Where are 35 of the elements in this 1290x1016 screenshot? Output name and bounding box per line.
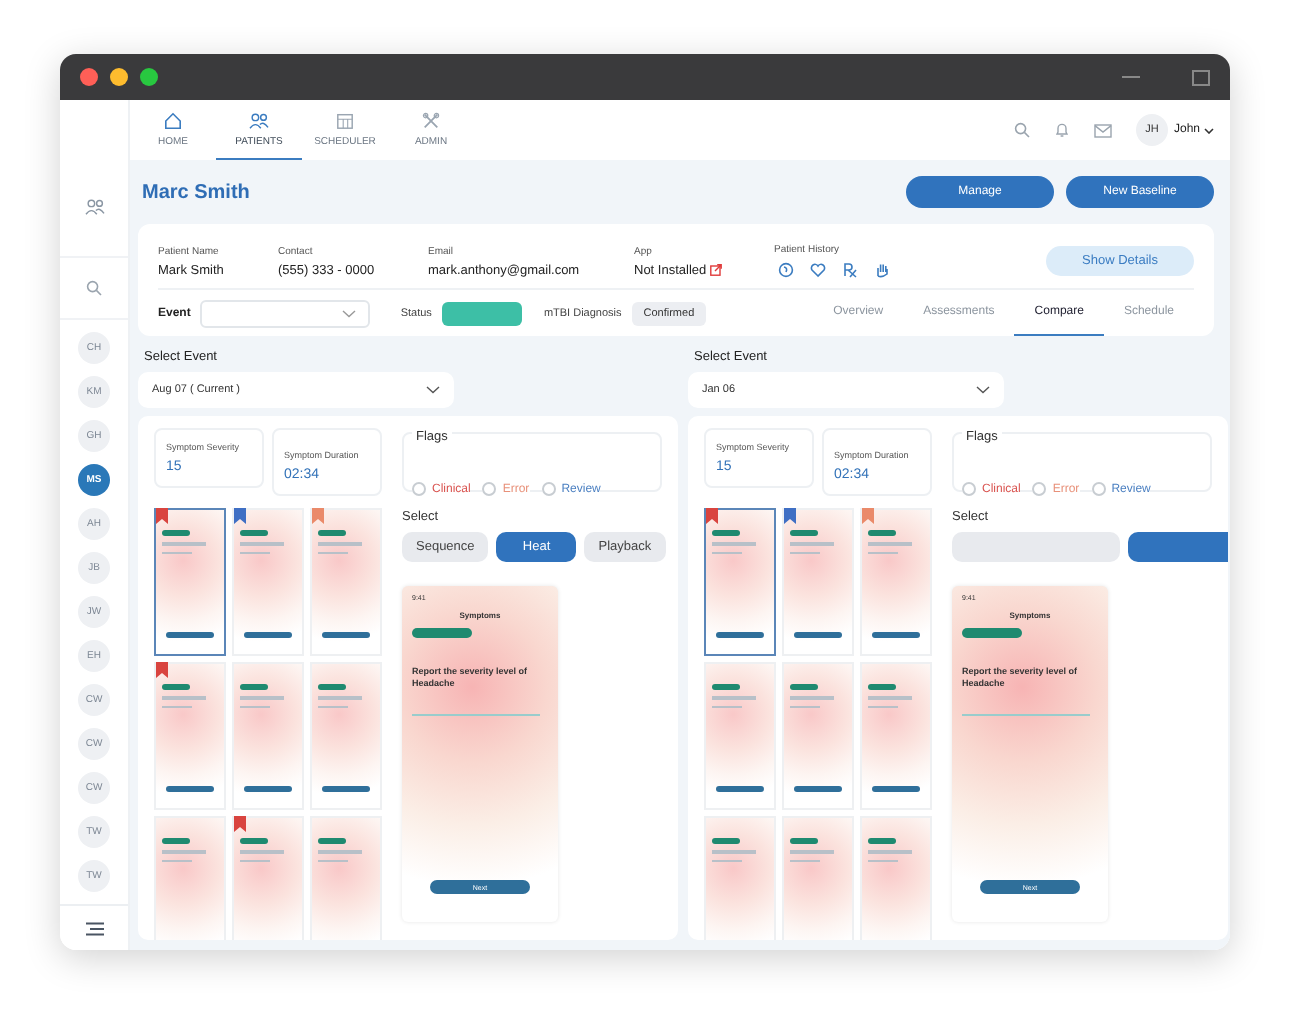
bell-icon[interactable] xyxy=(1053,122,1070,138)
radio-button[interactable] xyxy=(412,482,426,496)
minimize-icon[interactable] xyxy=(1122,74,1140,80)
status-badge xyxy=(441,301,522,325)
people-icon xyxy=(248,111,270,129)
external-link-icon[interactable] xyxy=(710,264,723,276)
zoom-icon[interactable] xyxy=(140,68,158,86)
tab-pill xyxy=(962,628,1022,638)
screenshot-thumbnail[interactable] xyxy=(704,508,776,656)
people-icon[interactable] xyxy=(83,198,105,216)
patient-name-title: Marc Smith xyxy=(142,181,250,203)
maximize-icon[interactable] xyxy=(1192,69,1210,85)
hand-icon[interactable] xyxy=(874,262,890,278)
radio-button[interactable] xyxy=(541,482,556,496)
close-icon[interactable] xyxy=(80,68,98,86)
radio-button[interactable] xyxy=(482,482,497,496)
screenshot-thumbnail[interactable] xyxy=(154,508,226,656)
search-icon[interactable] xyxy=(86,280,102,296)
prescription-icon[interactable] xyxy=(842,262,858,278)
chevron-icon xyxy=(426,386,440,394)
chevron-icon xyxy=(976,386,990,394)
radio-button[interactable] xyxy=(1032,482,1047,496)
home-icon xyxy=(164,111,182,129)
heart-icon[interactable] xyxy=(810,262,826,278)
radio-button[interactable] xyxy=(1091,482,1106,496)
tab-pill xyxy=(412,628,472,638)
caret-icon xyxy=(1204,127,1214,133)
calendar-icon xyxy=(336,111,354,129)
menu-icon[interactable] xyxy=(85,921,103,935)
mail-icon[interactable] xyxy=(1093,123,1112,137)
radio-button[interactable] xyxy=(962,482,976,496)
search-icon[interactable] xyxy=(1013,122,1030,138)
chevron-icon xyxy=(342,309,357,317)
tools-icon xyxy=(422,111,440,129)
minimize-icon[interactable] xyxy=(110,68,128,86)
